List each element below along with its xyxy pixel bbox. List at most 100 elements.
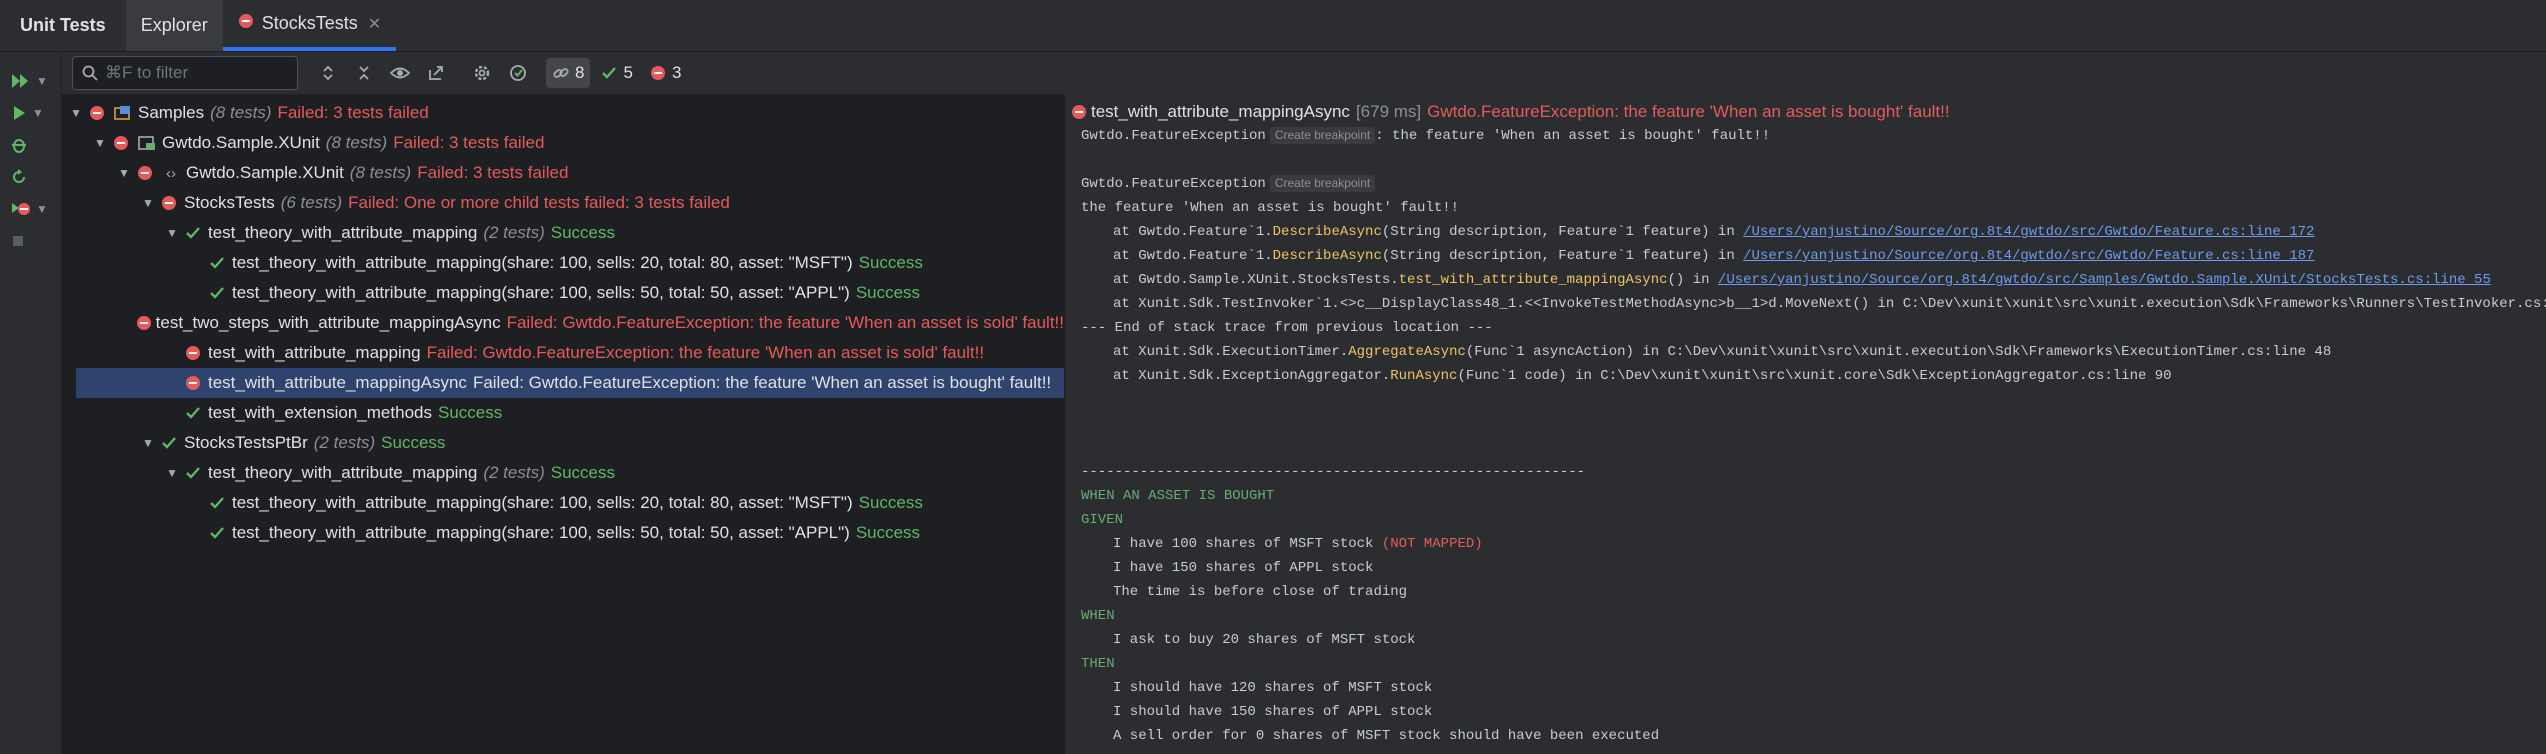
tree-row-theory[interactable]: ▼ test_theory_with_attribute_mapping (2 … xyxy=(62,458,1064,488)
failed-icon xyxy=(182,375,204,391)
output-line: Gwtdo.FeatureException Create breakpoint xyxy=(1081,172,1376,196)
passed-tests-filter[interactable]: 5 xyxy=(594,58,638,88)
auto-test-icon xyxy=(510,65,526,81)
failed-icon xyxy=(158,195,180,211)
chevron-down-icon[interactable]: ▼ xyxy=(162,466,182,480)
stack-frame: at Xunit.Sdk.ExecutionTimer.AggregateAsy… xyxy=(1113,344,2332,360)
rerun-icon xyxy=(13,169,25,183)
chevron-down-icon[interactable]: ▼ xyxy=(36,74,48,88)
failed-count: 3 xyxy=(671,63,682,82)
tree-row-class[interactable]: ▼ StocksTests (6 tests) Failed: One or m… xyxy=(62,188,1064,218)
test-output-panel: test_with_attribute_mappingAsync [679 ms… xyxy=(1064,94,2546,754)
tree-row-namespace[interactable]: ▼ ‹› Gwtdo.Sample.XUnit (8 tests) Failed… xyxy=(62,158,1064,188)
tree-row-class[interactable]: ▼ StocksTestsPtBr (2 tests) Success xyxy=(62,428,1064,458)
stop-icon xyxy=(13,236,23,246)
output-message: Gwtdo.FeatureException: the feature 'Whe… xyxy=(1427,102,1950,121)
tree-row-test-case[interactable]: test_theory_with_attribute_mapping(share… xyxy=(62,248,1064,278)
run-icon xyxy=(14,106,25,120)
run-all-button[interactable]: ▼ xyxy=(10,66,54,96)
output-header: test_with_attribute_mappingAsync [679 ms… xyxy=(1071,100,1950,124)
collapse-all-icon xyxy=(359,66,369,80)
then-keyword: THEN xyxy=(1081,656,1115,672)
gear-icon xyxy=(474,65,490,81)
chevron-down-icon[interactable]: ▼ xyxy=(162,226,182,240)
total-tests-filter[interactable]: 8 xyxy=(546,58,591,88)
rerun-failed-button[interactable]: ▼ xyxy=(10,194,54,224)
tab-label: Explorer xyxy=(140,15,208,35)
chevron-down-icon[interactable]: ▼ xyxy=(66,106,86,120)
export-button[interactable] xyxy=(418,56,454,90)
source-link[interactable]: /Users/yanjustino/Source/org.8t4/gwtdo/s… xyxy=(1718,272,2491,288)
run-all-icon xyxy=(12,74,28,88)
tests-toolbar: 8 5 3 xyxy=(62,52,2546,94)
expand-all-button[interactable] xyxy=(310,56,346,90)
close-icon[interactable]: ✕ xyxy=(368,14,381,34)
source-link[interactable]: /Users/yanjustino/Source/org.8t4/gwtdo/s… xyxy=(1743,224,2314,240)
failed-icon xyxy=(86,105,108,121)
tree-row-test[interactable]: test_with_attribute_mapping Failed: Gwtd… xyxy=(62,338,1064,368)
output-test-name: test_with_attribute_mappingAsync xyxy=(1091,102,1350,121)
tool-window-title: Unit Tests xyxy=(20,15,106,35)
create-breakpoint-button[interactable]: Create breakpoint xyxy=(1269,127,1376,144)
passed-count: 5 xyxy=(623,63,633,82)
check-icon xyxy=(206,285,228,301)
step-line: A sell order for 0 shares of MSFT stock … xyxy=(1113,728,1660,744)
run-button[interactable]: ▼ xyxy=(10,98,54,128)
stack-frame: at Gwtdo.Feature`1.DescribeAsync(String … xyxy=(1113,248,2315,264)
tree-row-test-case[interactable]: test_theory_with_attribute_mapping(share… xyxy=(62,488,1064,518)
step-line: I have 100 shares of MSFT stock (NOT MAP… xyxy=(1113,536,1483,552)
show-hide-button[interactable] xyxy=(382,56,418,90)
stack-frame: at Gwtdo.Sample.XUnit.StocksTests.test_w… xyxy=(1113,272,2491,288)
tree-row-test-selected[interactable]: test_with_attribute_mappingAsync Failed:… xyxy=(76,368,1064,398)
expand-all-icon xyxy=(323,65,333,81)
source-link[interactable]: /Users/yanjustino/Source/org.8t4/gwtdo/s… xyxy=(1743,248,2314,264)
tree-row-samples[interactable]: ▼ Samples (8 tests) Failed: 3 tests fail… xyxy=(62,98,1064,128)
given-keyword: GIVEN xyxy=(1081,512,1124,528)
check-icon xyxy=(206,495,228,511)
output-duration: [679 ms] xyxy=(1355,102,1422,121)
chevron-down-icon[interactable]: ▼ xyxy=(138,196,158,210)
debug-button[interactable] xyxy=(10,130,54,160)
tree-row-test[interactable]: test_two_steps_with_attribute_mappingAsy… xyxy=(62,308,1064,338)
collapse-all-button[interactable] xyxy=(346,56,382,90)
tab-stockstests[interactable]: StocksTests ✕ xyxy=(222,0,397,51)
solution-icon xyxy=(112,105,134,121)
chevron-down-icon[interactable]: ▼ xyxy=(32,106,44,120)
filter-search[interactable] xyxy=(72,56,298,90)
chevron-down-icon[interactable]: ▼ xyxy=(36,202,48,216)
when-keyword: WHEN xyxy=(1081,608,1115,624)
failed-icon xyxy=(134,165,156,181)
chevron-down-icon[interactable]: ▼ xyxy=(114,166,134,180)
tab-explorer[interactable]: Explorer xyxy=(125,0,223,51)
tree-row-project[interactable]: ▼ Gwtdo.Sample.XUnit (8 tests) Failed: 3… xyxy=(62,128,1064,158)
run-actions-toolbar: ▼ ▼ ▼ xyxy=(0,52,62,754)
tree-row-theory[interactable]: ▼ test_theory_with_attribute_mapping (2 … xyxy=(62,218,1064,248)
create-breakpoint-button[interactable]: Create breakpoint xyxy=(1269,175,1376,192)
debug-icon xyxy=(12,139,26,153)
auto-test-button[interactable] xyxy=(500,56,536,90)
chevron-down-icon[interactable]: ▼ xyxy=(138,436,158,450)
output-line: --- End of stack trace from previous loc… xyxy=(1081,320,1493,336)
export-icon xyxy=(429,66,443,80)
tab-label: StocksTests xyxy=(261,13,358,33)
csharp-project-icon xyxy=(136,135,158,151)
total-count: 8 xyxy=(575,63,585,82)
rerun-failed-icon xyxy=(12,203,30,215)
filter-input[interactable] xyxy=(105,63,285,83)
chevron-down-icon[interactable]: ▼ xyxy=(90,136,110,150)
tree-row-test[interactable]: test_with_extension_methods Success xyxy=(62,398,1064,428)
tree-row-test-case[interactable]: test_theory_with_attribute_mapping(share… xyxy=(62,518,1064,548)
step-line: I should have 120 shares of MSFT stock xyxy=(1113,680,1433,696)
settings-button[interactable] xyxy=(464,56,500,90)
failed-tests-filter[interactable]: 3 xyxy=(643,58,687,88)
check-icon xyxy=(182,225,204,241)
tool-window-tabbar: Unit Tests Explorer StocksTests ✕ xyxy=(0,0,2546,52)
output-line: the feature 'When an asset is bought' fa… xyxy=(1081,200,1460,216)
test-tree: ▼ Samples (8 tests) Failed: 3 tests fail… xyxy=(62,94,1064,754)
tree-row-test-case[interactable]: test_theory_with_attribute_mapping(share… xyxy=(62,278,1064,308)
stack-frame: at Xunit.Sdk.ExceptionAggregator.RunAsyn… xyxy=(1113,368,2172,384)
stop-button[interactable] xyxy=(10,226,54,256)
rerun-button[interactable] xyxy=(10,162,54,192)
check-icon xyxy=(206,255,228,271)
failed-icon xyxy=(238,13,254,34)
